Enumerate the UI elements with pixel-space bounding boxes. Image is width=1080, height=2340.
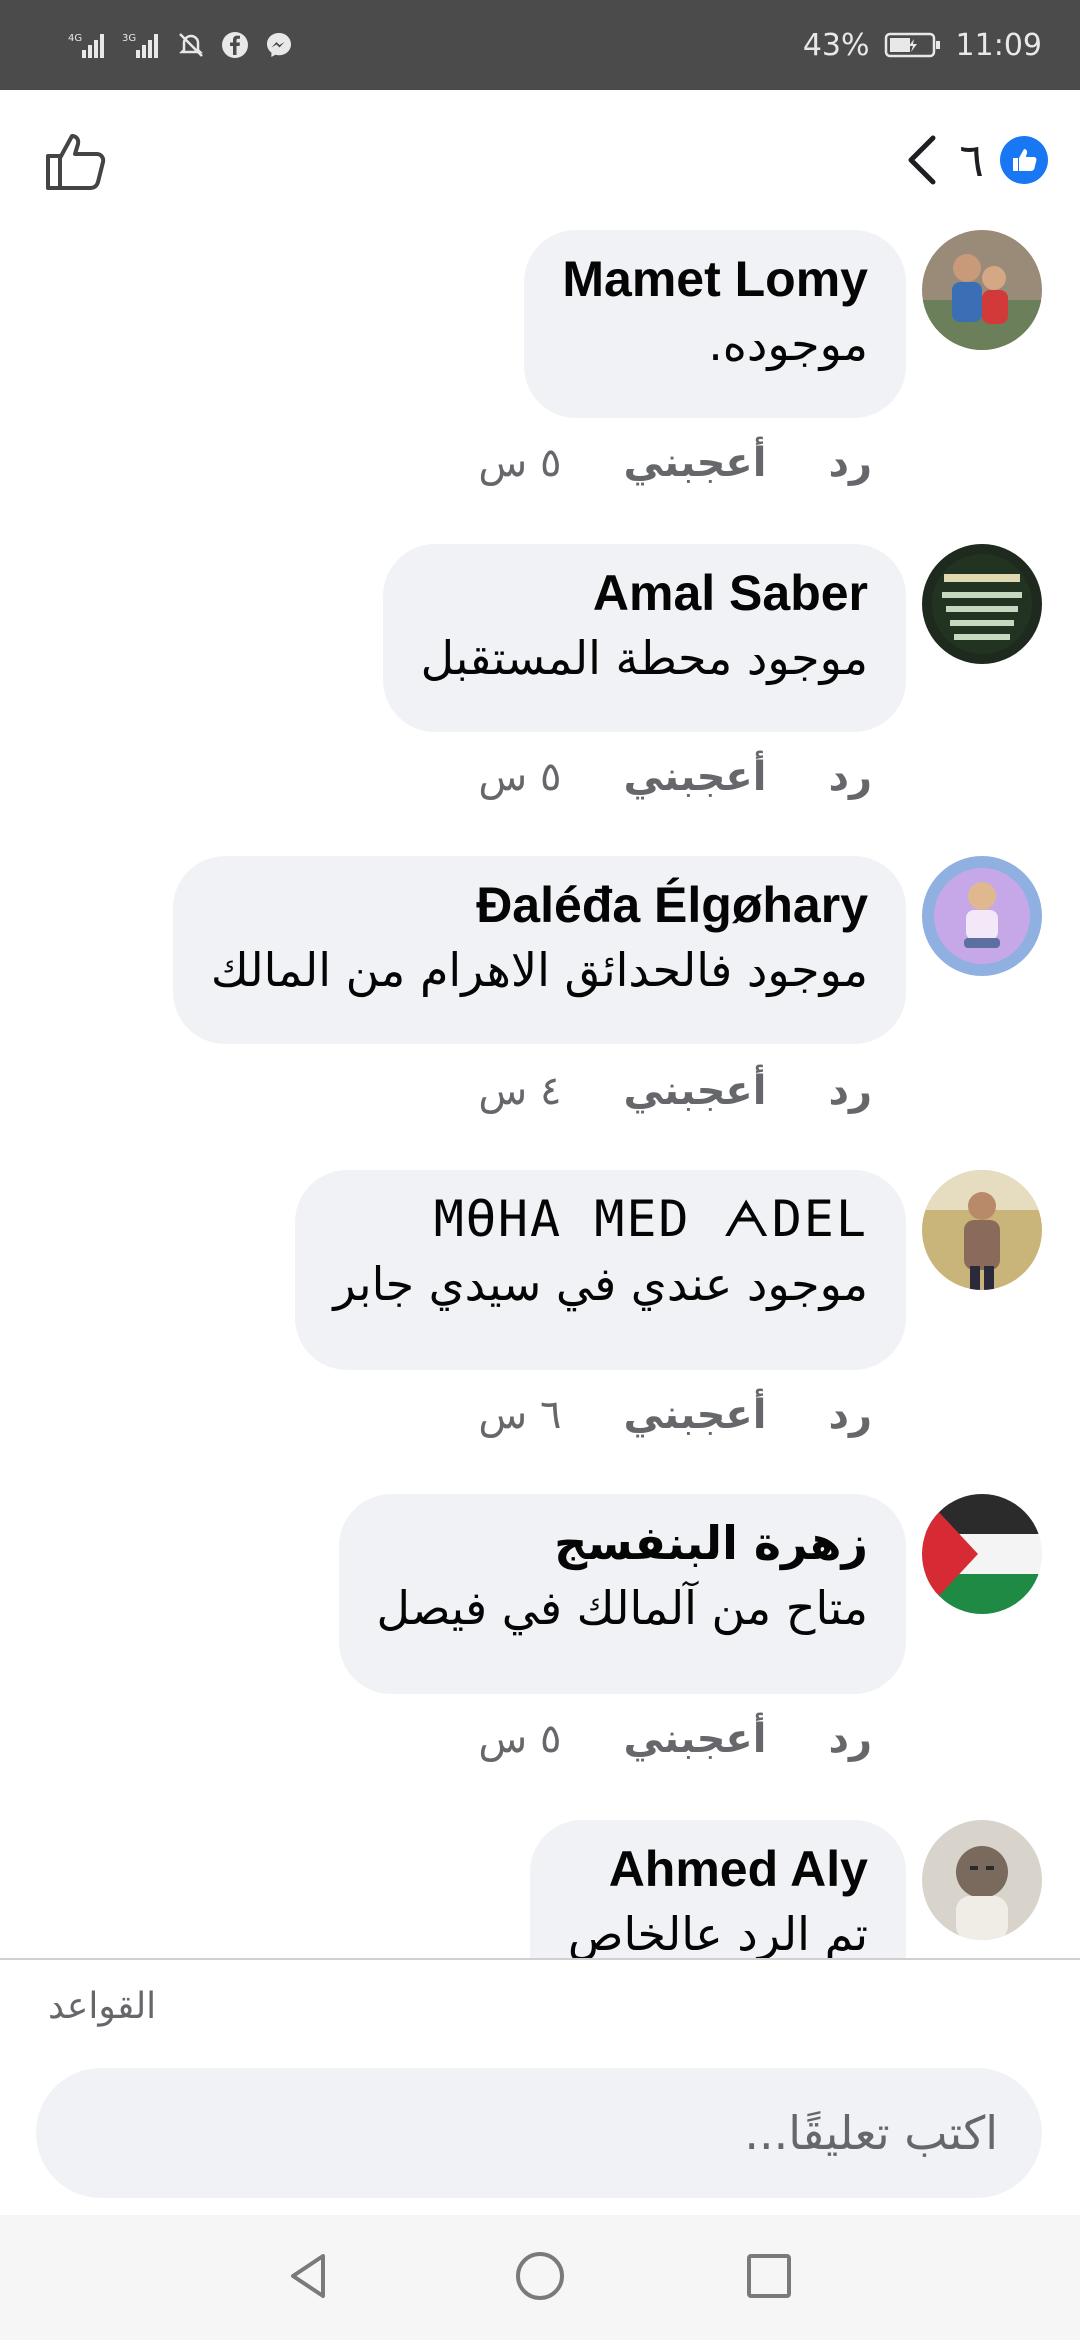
comment-author[interactable]: Amal Saber	[421, 562, 868, 624]
comment-actions: ٥ س أعجبني رد	[478, 440, 872, 486]
comment-time: ٤ س	[478, 1068, 562, 1114]
like-link[interactable]: أعجبني	[623, 1068, 766, 1114]
clock: 11:09	[955, 27, 1042, 63]
chevron-left-icon[interactable]	[903, 132, 943, 188]
reply-link[interactable]: رد	[828, 754, 872, 800]
home-circle-icon[interactable]	[505, 2241, 575, 2311]
comment-input[interactable]	[36, 2068, 1042, 2198]
like-link[interactable]: أعجبني	[623, 1716, 766, 1762]
comment-text: موجود فالحدائق الاهرام من المالك	[210, 943, 868, 997]
comment-text: موجوده.	[708, 317, 868, 371]
comment-bubble[interactable]: زهرة البنفسج متاح من آلمالك في فيصل	[338, 1494, 906, 1694]
avatar[interactable]	[922, 1170, 1042, 1290]
avatar[interactable]	[922, 544, 1042, 664]
recents-square-icon[interactable]	[734, 2241, 804, 2311]
avatar[interactable]	[922, 230, 1042, 350]
comment-text: متاح من آلمالك في فيصل	[376, 1581, 869, 1635]
messenger-icon	[264, 30, 294, 60]
rules-link[interactable]: القواعد	[48, 1986, 156, 2027]
comment-actions: ٤ س أعجبني رد	[478, 1068, 872, 1114]
comment-time: ٦ س	[478, 1392, 562, 1438]
comment-author[interactable]: MӨHA MED ᗅDEL	[333, 1188, 868, 1250]
comment-author[interactable]: Đaléđa Élgøhary	[211, 874, 868, 936]
comment-text: تم الرد عالخاص	[567, 1907, 868, 1958]
like-link[interactable]: أعجبني	[623, 1392, 766, 1438]
comment-actions: ٥ س أعجبني رد	[478, 1716, 872, 1762]
comment-author[interactable]: زهرة البنفسج	[377, 1512, 868, 1574]
like-link[interactable]: أعجبني	[623, 440, 766, 486]
battery-icon	[884, 30, 942, 60]
reaction-count: ٦	[959, 133, 984, 187]
status-right: 43% 11:09	[803, 28, 1042, 63]
comment-author[interactable]: Ahmed Aly	[568, 1838, 868, 1900]
comment-bubble[interactable]: Mamet Lomy موجوده.	[524, 230, 906, 418]
avatar[interactable]	[922, 1820, 1042, 1940]
reaction-summary[interactable]: ٦	[903, 130, 1048, 190]
comments-header: ٦	[0, 90, 1080, 230]
comment-bubble[interactable]: MӨHA MED ᗅDEL موجود عندي في سيدي جابر	[295, 1170, 906, 1370]
avatar[interactable]	[922, 856, 1042, 976]
comment-bubble[interactable]: Amal Saber موجود محطة المستقبل	[382, 544, 906, 732]
reply-link[interactable]: رد	[828, 440, 872, 486]
comment-actions: ٥ س أعجبني رد	[478, 754, 872, 800]
thumbs-up-outline-icon[interactable]	[44, 130, 110, 192]
status-bar: 4G 3G 43% 11:09	[0, 0, 1080, 90]
comment-actions: ٦ س أعجبني رد	[478, 1392, 872, 1438]
comment-composer: القواعد	[0, 1960, 1080, 2215]
comment-time: ٥ س	[478, 754, 562, 800]
comment-bubble[interactable]: Ahmed Aly تم الرد عالخاص	[529, 1820, 906, 1958]
signal-3g-icon: 3G	[122, 30, 162, 60]
reply-link[interactable]: رد	[828, 1716, 872, 1762]
svg-text:3G: 3G	[122, 33, 136, 44]
comment-bubble[interactable]: Đaléđa Élgøhary موجود فالحدائق الاهرام م…	[172, 856, 906, 1044]
signal-4g-icon: 4G	[68, 30, 108, 60]
like-link[interactable]: أعجبني	[623, 754, 766, 800]
comment-text: موجود محطة المستقبل	[420, 631, 868, 685]
battery-percent: 43%	[802, 27, 870, 63]
comment-list: Mamet Lomy موجوده. ٥ س أعجبني رد Amal Sa…	[0, 230, 1080, 1958]
mute-bell-icon	[176, 30, 206, 60]
like-badge-icon	[1000, 136, 1048, 184]
comment-text: موجود عندي في سيدي جابر	[333, 1257, 868, 1311]
reply-link[interactable]: رد	[828, 1392, 872, 1438]
comment-time: ٥ س	[478, 1716, 562, 1762]
status-left: 4G 3G	[68, 30, 294, 60]
comment-time: ٥ س	[478, 440, 562, 486]
reply-link[interactable]: رد	[828, 1068, 872, 1114]
avatar[interactable]	[922, 1494, 1042, 1614]
back-triangle-icon[interactable]	[274, 2241, 344, 2311]
system-nav-bar	[0, 2215, 1080, 2340]
svg-text:4G: 4G	[68, 33, 82, 44]
facebook-icon	[220, 30, 250, 60]
comment-author[interactable]: Mamet Lomy	[562, 248, 868, 310]
